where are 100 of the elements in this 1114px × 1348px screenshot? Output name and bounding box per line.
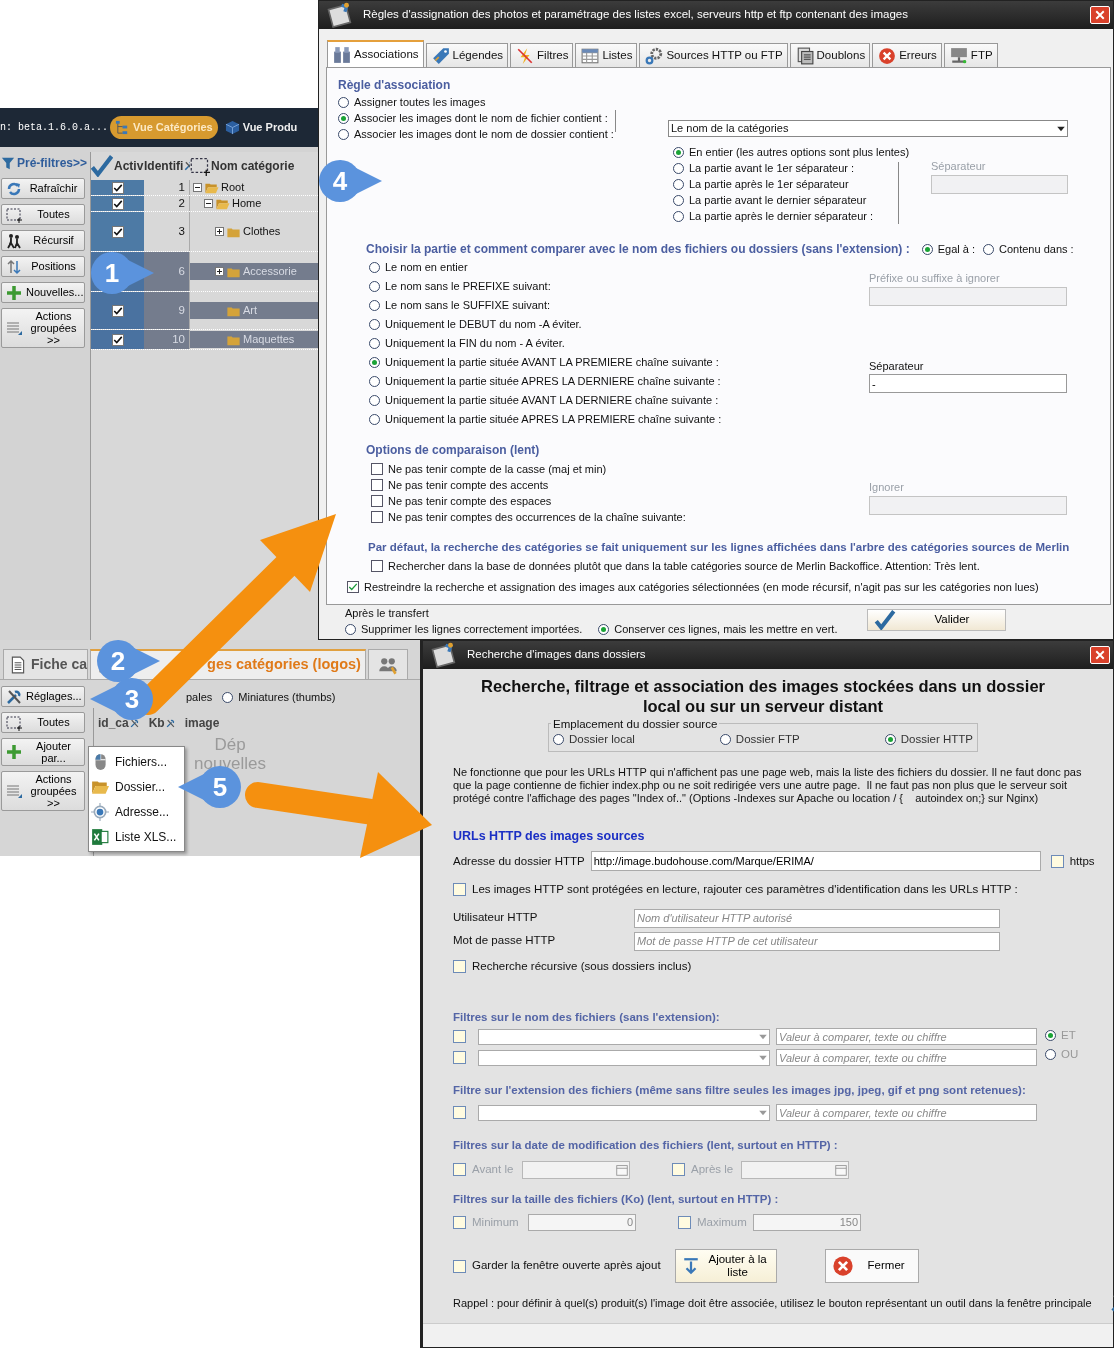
checkbox[interactable] (111, 225, 124, 238)
radio-button[interactable] (673, 178, 684, 190)
checkbox[interactable] (111, 181, 124, 194)
column-header[interactable]: Activ (91, 155, 144, 177)
expander-icon[interactable] (193, 183, 202, 192)
checkbox[interactable] (453, 959, 466, 973)
radio-button[interactable] (338, 112, 349, 124)
checkbox[interactable] (453, 1259, 466, 1273)
radio-button[interactable] (884, 734, 896, 746)
tab[interactable]: FTP (943, 43, 998, 67)
checkbox[interactable] (111, 304, 124, 317)
view-tab[interactable]: Vue Produ (219, 116, 303, 139)
checkbox[interactable] (371, 511, 383, 523)
column-header[interactable]: image (184, 714, 220, 732)
checkbox[interactable] (453, 1030, 466, 1043)
checkbox[interactable] (371, 479, 383, 491)
radio-button[interactable] (719, 734, 731, 746)
expander-icon[interactable] (215, 267, 224, 276)
sidebar-button[interactable]: Positions (1, 256, 85, 277)
value-field[interactable]: Valeur à comparer, texte ou chiffre (776, 1028, 1037, 1045)
plus-icon (5, 744, 23, 761)
tab[interactable]: Fiche ca (3, 649, 89, 679)
sidebar-button[interactable]: Actions groupées >> (1, 771, 85, 812)
checkbox[interactable] (453, 1051, 466, 1064)
radio-button[interactable] (673, 210, 684, 222)
checkbox-label: Ne pas tenir compte de la casse (maj et min) (388, 461, 607, 477)
tree-row[interactable]: 2 Home (91, 196, 318, 212)
radio-button[interactable] (369, 262, 380, 273)
radio-button[interactable] (369, 357, 380, 368)
radio-button[interactable] (673, 146, 684, 158)
checkmark-icon (112, 334, 123, 345)
radio-button[interactable] (369, 395, 380, 406)
radio-button[interactable] (1045, 1049, 1056, 1060)
tab[interactable]: Erreurs (872, 43, 942, 67)
column-header[interactable]: Identifi (144, 157, 190, 175)
radio-button[interactable] (983, 243, 994, 255)
radio-button[interactable] (369, 300, 380, 311)
radio-button[interactable] (369, 376, 380, 387)
value-field[interactable]: Valeur à comparer, texte ou chiffre (776, 1049, 1037, 1066)
address-field[interactable]: http://image.budohouse.com/Marque/ERIMA/ (590, 851, 1041, 872)
password-field[interactable]: Mot de passe HTTP de cet utilisateur (634, 931, 1000, 951)
checkbox[interactable] (347, 581, 359, 594)
tree-row[interactable]: 3 Clothes (91, 212, 318, 252)
tab[interactable]: Doublons (789, 43, 871, 67)
tab[interactable]: Associations (327, 40, 424, 67)
add-button[interactable]: Ajouter à la liste (674, 1249, 777, 1283)
radio-button[interactable] (369, 338, 380, 349)
checkbox[interactable] (111, 197, 124, 210)
radio-button[interactable] (553, 734, 564, 746)
tab[interactable]: Listes (575, 43, 638, 67)
value-field[interactable]: Valeur à comparer, texte ou chiffre (776, 1104, 1037, 1122)
sidebar-button[interactable]: Actions groupées >> (1, 308, 85, 349)
radio-button[interactable] (1045, 1030, 1056, 1041)
tab[interactable]: Légendes (425, 43, 509, 67)
text-field[interactable]: - (869, 374, 1067, 393)
checkbox[interactable] (371, 495, 383, 507)
radio-button[interactable] (673, 162, 684, 174)
sidebar-button[interactable]: Toutes (1, 204, 85, 225)
checkmark-icon (91, 155, 113, 177)
close-button[interactable] (1090, 6, 1110, 24)
sidebar-button[interactable]: Nouvelles... (1, 282, 85, 303)
radio-button[interactable] (598, 624, 610, 635)
tab[interactable]: Filtres (510, 43, 574, 67)
checkbox[interactable] (453, 1106, 466, 1120)
column-header[interactable]: Nom catégorie (190, 156, 318, 176)
tree-row[interactable]: 1 Root (91, 180, 318, 196)
radio-button[interactable] (673, 194, 684, 206)
sidebar-button[interactable]: Récursif (1, 230, 85, 251)
radio-button[interactable] (345, 624, 356, 635)
sidebar-button[interactable]: Réglages... (1, 686, 85, 707)
radio-button[interactable] (222, 691, 234, 703)
username-field[interactable]: Nom d'utilisateur HTTP autorisé (634, 908, 1000, 928)
expander-icon[interactable] (204, 199, 213, 208)
radio-button[interactable] (369, 319, 380, 330)
radio-button[interactable] (338, 96, 349, 108)
sidebar-button[interactable]: Ajouter par... (1, 738, 85, 767)
dropdown[interactable]: Le nom de la catégories (668, 120, 1068, 137)
radio-button[interactable] (369, 414, 380, 425)
prefilter-link[interactable]: Pré-filtres>> (1, 154, 88, 172)
id-cell: 6 (144, 252, 190, 291)
field-label: Séparateur (869, 358, 925, 374)
checkbox[interactable] (371, 560, 383, 573)
menu-item[interactable]: Liste XLS... (89, 824, 184, 849)
tab[interactable]: Sources HTTP ou FTP (639, 43, 788, 67)
radio-button[interactable] (369, 281, 380, 292)
checkbox-label: Après le (691, 1161, 735, 1177)
tab[interactable] (367, 649, 408, 679)
close-button[interactable]: Fermer (824, 1249, 919, 1283)
expander-icon[interactable] (215, 227, 224, 236)
checkbox[interactable] (1050, 854, 1064, 868)
sidebar-button[interactable]: Rafraîchir (1, 178, 85, 199)
radio-button[interactable] (338, 128, 349, 140)
close-button[interactable] (1090, 646, 1110, 664)
field-label: Préfixe ou suffixe à ignorer (869, 271, 1001, 286)
sidebar-button[interactable]: Toutes (1, 712, 85, 733)
validate-button[interactable]: Valider (867, 609, 1007, 631)
checkbox[interactable] (371, 463, 383, 475)
checkbox[interactable] (453, 883, 466, 897)
radio-button[interactable] (921, 243, 933, 255)
checkbox[interactable] (111, 333, 124, 346)
